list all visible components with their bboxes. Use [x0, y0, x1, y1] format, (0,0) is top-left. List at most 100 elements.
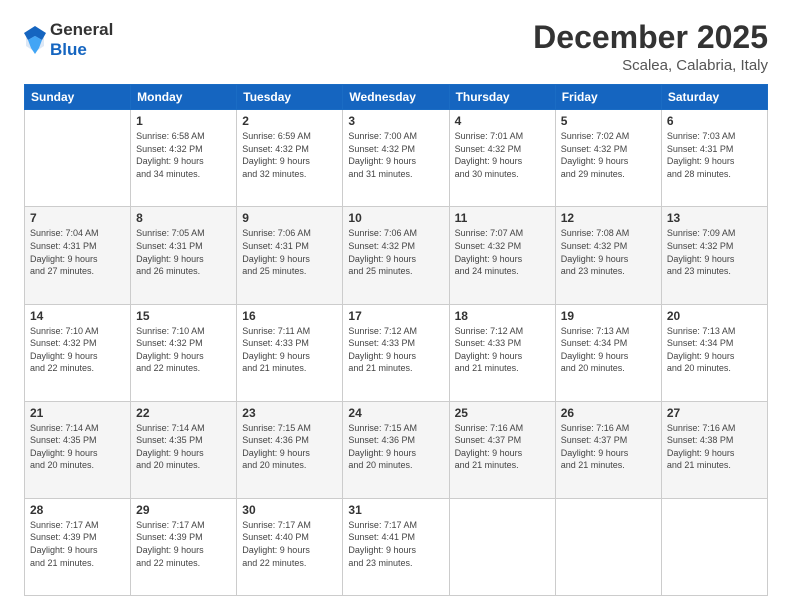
day-number: 4 — [455, 114, 550, 128]
day-number: 12 — [561, 211, 656, 225]
table-row: 14Sunrise: 7:10 AM Sunset: 4:32 PM Dayli… — [25, 304, 131, 401]
table-row: 31Sunrise: 7:17 AM Sunset: 4:41 PM Dayli… — [343, 498, 449, 595]
day-number: 20 — [667, 309, 762, 323]
cell-info: Sunrise: 7:01 AM Sunset: 4:32 PM Dayligh… — [455, 130, 550, 180]
cell-info: Sunrise: 7:16 AM Sunset: 4:38 PM Dayligh… — [667, 422, 762, 472]
day-number: 29 — [136, 503, 231, 517]
table-row: 11 Sunrise: 7:07 AM Sunset: 4:32 PM Dayli… — [449, 207, 555, 304]
table-row: 15Sunrise: 7:10 AM Sunset: 4:32 PM Dayli… — [131, 304, 237, 401]
day-number: 28 — [30, 503, 125, 517]
table-row — [25, 110, 131, 207]
month-title: December 2025 — [533, 20, 768, 55]
cell-info: Sunrise: 6:59 AM Sunset: 4:32 PM Dayligh… — [242, 130, 337, 180]
cell-info: Sunrise: 7:00 AM Sunset: 4:32 PM Dayligh… — [348, 130, 443, 180]
cell-info: Sunrise: 7:06 AM Sunset: 4:31 PM Dayligh… — [242, 227, 337, 277]
table-row: 24 Sunrise: 7:15 AM Sunset: 4:36 PM Dayli… — [343, 401, 449, 498]
header: General Blue December 2025 Scalea, Calab… — [24, 20, 768, 74]
calendar-week-5: 28 Sunrise: 7:17 AM Sunset: 4:39 PM Dayli… — [25, 498, 768, 595]
cell-info: Sunrise: 7:07 AM Sunset: 4:32 PM Dayligh… — [455, 227, 550, 277]
col-friday: Friday — [555, 85, 661, 110]
cell-info: Sunrise: 7:08 AM Sunset: 4:32 PM Dayligh… — [561, 227, 656, 277]
cell-info: Sunrise: 7:06 AM Sunset: 4:32 PM Dayligh… — [348, 227, 443, 277]
table-row: 20 Sunrise: 7:13 AM Sunset: 4:34 PM Dayli… — [661, 304, 767, 401]
cell-info: Sunrise: 7:09 AM Sunset: 4:32 PM Dayligh… — [667, 227, 762, 277]
day-number: 23 — [242, 406, 337, 420]
table-row: 8 Sunrise: 7:05 AM Sunset: 4:31 PM Daylig… — [131, 207, 237, 304]
calendar-week-3: 14Sunrise: 7:10 AM Sunset: 4:32 PM Dayli… — [25, 304, 768, 401]
table-row: 25 Sunrise: 7:16 AM Sunset: 4:37 PM Dayli… — [449, 401, 555, 498]
logo-icon — [24, 26, 46, 54]
cell-info: Sunrise: 7:16 AM Sunset: 4:37 PM Dayligh… — [455, 422, 550, 472]
day-number: 7 — [30, 211, 125, 225]
col-tuesday: Tuesday — [237, 85, 343, 110]
day-number: 24 — [348, 406, 443, 420]
table-row: 7 Sunrise: 7:04 AM Sunset: 4:31 PM Daylig… — [25, 207, 131, 304]
table-row: 23 Sunrise: 7:15 AM Sunset: 4:36 PM Dayli… — [237, 401, 343, 498]
day-number: 1 — [136, 114, 231, 128]
logo: General Blue — [24, 20, 113, 59]
location: Scalea, Calabria, Italy — [533, 57, 768, 74]
day-number: 8 — [136, 211, 231, 225]
logo-text: General Blue — [50, 20, 113, 59]
day-number: 10 — [348, 211, 443, 225]
table-row: 2 Sunrise: 6:59 AM Sunset: 4:32 PM Daylig… — [237, 110, 343, 207]
calendar-week-4: 21 Sunrise: 7:14 AM Sunset: 4:35 PM Dayli… — [25, 401, 768, 498]
cell-info: Sunrise: 7:13 AM Sunset: 4:34 PM Dayligh… — [667, 325, 762, 375]
col-wednesday: Wednesday — [343, 85, 449, 110]
cell-info: Sunrise: 7:15 AM Sunset: 4:36 PM Dayligh… — [348, 422, 443, 472]
table-row: 26Sunrise: 7:16 AM Sunset: 4:37 PM Dayli… — [555, 401, 661, 498]
table-row: 30 Sunrise: 7:17 AM Sunset: 4:40 PM Dayli… — [237, 498, 343, 595]
table-row: 19Sunrise: 7:13 AM Sunset: 4:34 PM Dayli… — [555, 304, 661, 401]
day-number: 3 — [348, 114, 443, 128]
day-number: 13 — [667, 211, 762, 225]
logo-blue: Blue — [50, 40, 113, 60]
cell-info: Sunrise: 7:17 AM Sunset: 4:41 PM Dayligh… — [348, 519, 443, 569]
table-row: 18 Sunrise: 7:12 AM Sunset: 4:33 PM Dayli… — [449, 304, 555, 401]
title-block: December 2025 Scalea, Calabria, Italy — [533, 20, 768, 74]
cell-info: Sunrise: 7:14 AM Sunset: 4:35 PM Dayligh… — [136, 422, 231, 472]
day-number: 2 — [242, 114, 337, 128]
day-number: 18 — [455, 309, 550, 323]
table-row — [555, 498, 661, 595]
table-row: 17Sunrise: 7:12 AM Sunset: 4:33 PM Dayli… — [343, 304, 449, 401]
cell-info: Sunrise: 7:14 AM Sunset: 4:35 PM Dayligh… — [30, 422, 125, 472]
day-number: 21 — [30, 406, 125, 420]
table-row: 21 Sunrise: 7:14 AM Sunset: 4:35 PM Dayli… — [25, 401, 131, 498]
cell-info: Sunrise: 7:05 AM Sunset: 4:31 PM Dayligh… — [136, 227, 231, 277]
cell-info: Sunrise: 7:04 AM Sunset: 4:31 PM Dayligh… — [30, 227, 125, 277]
cell-info: Sunrise: 7:15 AM Sunset: 4:36 PM Dayligh… — [242, 422, 337, 472]
cell-info: Sunrise: 7:17 AM Sunset: 4:40 PM Dayligh… — [242, 519, 337, 569]
cell-info: Sunrise: 7:12 AM Sunset: 4:33 PM Dayligh… — [455, 325, 550, 375]
logo-general: General — [50, 20, 113, 40]
col-sunday: Sunday — [25, 85, 131, 110]
table-row: 3 Sunrise: 7:00 AM Sunset: 4:32 PM Daylig… — [343, 110, 449, 207]
day-number: 22 — [136, 406, 231, 420]
col-monday: Monday — [131, 85, 237, 110]
table-row: 6 Sunrise: 7:03 AM Sunset: 4:31 PM Daylig… — [661, 110, 767, 207]
day-number: 15 — [136, 309, 231, 323]
day-number: 27 — [667, 406, 762, 420]
calendar-week-2: 7 Sunrise: 7:04 AM Sunset: 4:31 PM Daylig… — [25, 207, 768, 304]
cell-info: Sunrise: 7:03 AM Sunset: 4:31 PM Dayligh… — [667, 130, 762, 180]
table-row: 4 Sunrise: 7:01 AM Sunset: 4:32 PM Daylig… — [449, 110, 555, 207]
day-number: 14 — [30, 309, 125, 323]
page: General Blue December 2025 Scalea, Calab… — [0, 0, 792, 612]
table-row: 28 Sunrise: 7:17 AM Sunset: 4:39 PM Dayli… — [25, 498, 131, 595]
cell-info: Sunrise: 7:17 AM Sunset: 4:39 PM Dayligh… — [30, 519, 125, 569]
table-row: 16Sunrise: 7:11 AM Sunset: 4:33 PM Dayli… — [237, 304, 343, 401]
table-row: 1 Sunrise: 6:58 AM Sunset: 4:32 PM Daylig… — [131, 110, 237, 207]
table-row: 12 Sunrise: 7:08 AM Sunset: 4:32 PM Dayli… — [555, 207, 661, 304]
cell-info: Sunrise: 6:58 AM Sunset: 4:32 PM Dayligh… — [136, 130, 231, 180]
table-row: 9Sunrise: 7:06 AM Sunset: 4:31 PM Daylig… — [237, 207, 343, 304]
table-row — [449, 498, 555, 595]
day-number: 17 — [348, 309, 443, 323]
day-number: 11 — [455, 211, 550, 225]
calendar-table: Sunday Monday Tuesday Wednesday Thursday… — [24, 84, 768, 596]
day-number: 6 — [667, 114, 762, 128]
col-saturday: Saturday — [661, 85, 767, 110]
table-row: 22 Sunrise: 7:14 AM Sunset: 4:35 PM Dayli… — [131, 401, 237, 498]
day-number: 30 — [242, 503, 337, 517]
day-number: 25 — [455, 406, 550, 420]
cell-info: Sunrise: 7:11 AM Sunset: 4:33 PM Dayligh… — [242, 325, 337, 375]
calendar-week-1: 1 Sunrise: 6:58 AM Sunset: 4:32 PM Daylig… — [25, 110, 768, 207]
